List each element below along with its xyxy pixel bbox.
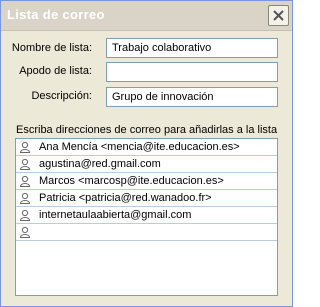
close-button[interactable] (268, 5, 289, 26)
list-item[interactable]: internetaulaabierta@gmail.com (16, 207, 277, 224)
address-list[interactable]: Ana Mencía <mencia@ite.educacion.es> agu… (15, 138, 278, 296)
list-item[interactable]: Marcos <marcosp@ite.educacion.es> (16, 173, 277, 190)
list-item[interactable]: Patricia <patricia@red.wanadoo.fr> (16, 190, 277, 207)
dialog-title: Lista de correo (7, 7, 105, 22)
list-item[interactable]: Ana Mencía <mencia@ite.educacion.es> (16, 139, 277, 156)
description-field[interactable]: Grupo de innovación (106, 87, 278, 107)
list-caption: Escriba direcciones de correo para añadi… (16, 124, 278, 136)
person-icon (19, 141, 31, 153)
list-item[interactable]: agustina@red.gmail.com (16, 156, 277, 173)
list-name-label: Nombre de lista: (11, 42, 92, 54)
title-bar[interactable]: Lista de correo (1, 1, 292, 31)
list-item-text: Ana Mencía <mencia@ite.educacion.es> (39, 141, 240, 153)
mailing-list-dialog: Lista de correo Nombre de lista: Trabajo… (0, 0, 293, 307)
description-label: Descripción: (31, 90, 92, 102)
list-name-field[interactable]: Trabajo colaborativo (106, 38, 278, 58)
person-icon (19, 209, 31, 221)
person-icon (19, 192, 31, 204)
list-item-text: Patricia <patricia@red.wanadoo.fr> (39, 192, 212, 204)
list-item-new[interactable] (16, 224, 277, 241)
person-icon (19, 175, 31, 187)
list-item-text: Marcos <marcosp@ite.educacion.es> (39, 175, 224, 187)
person-icon (19, 158, 31, 170)
close-icon (273, 10, 284, 21)
list-item-text: agustina@red.gmail.com (39, 158, 161, 170)
person-icon (19, 226, 31, 238)
alias-label: Apodo de lista: (19, 65, 92, 77)
list-item-text: internetaulaabierta@gmail.com (39, 209, 192, 221)
alias-field[interactable] (106, 62, 278, 82)
